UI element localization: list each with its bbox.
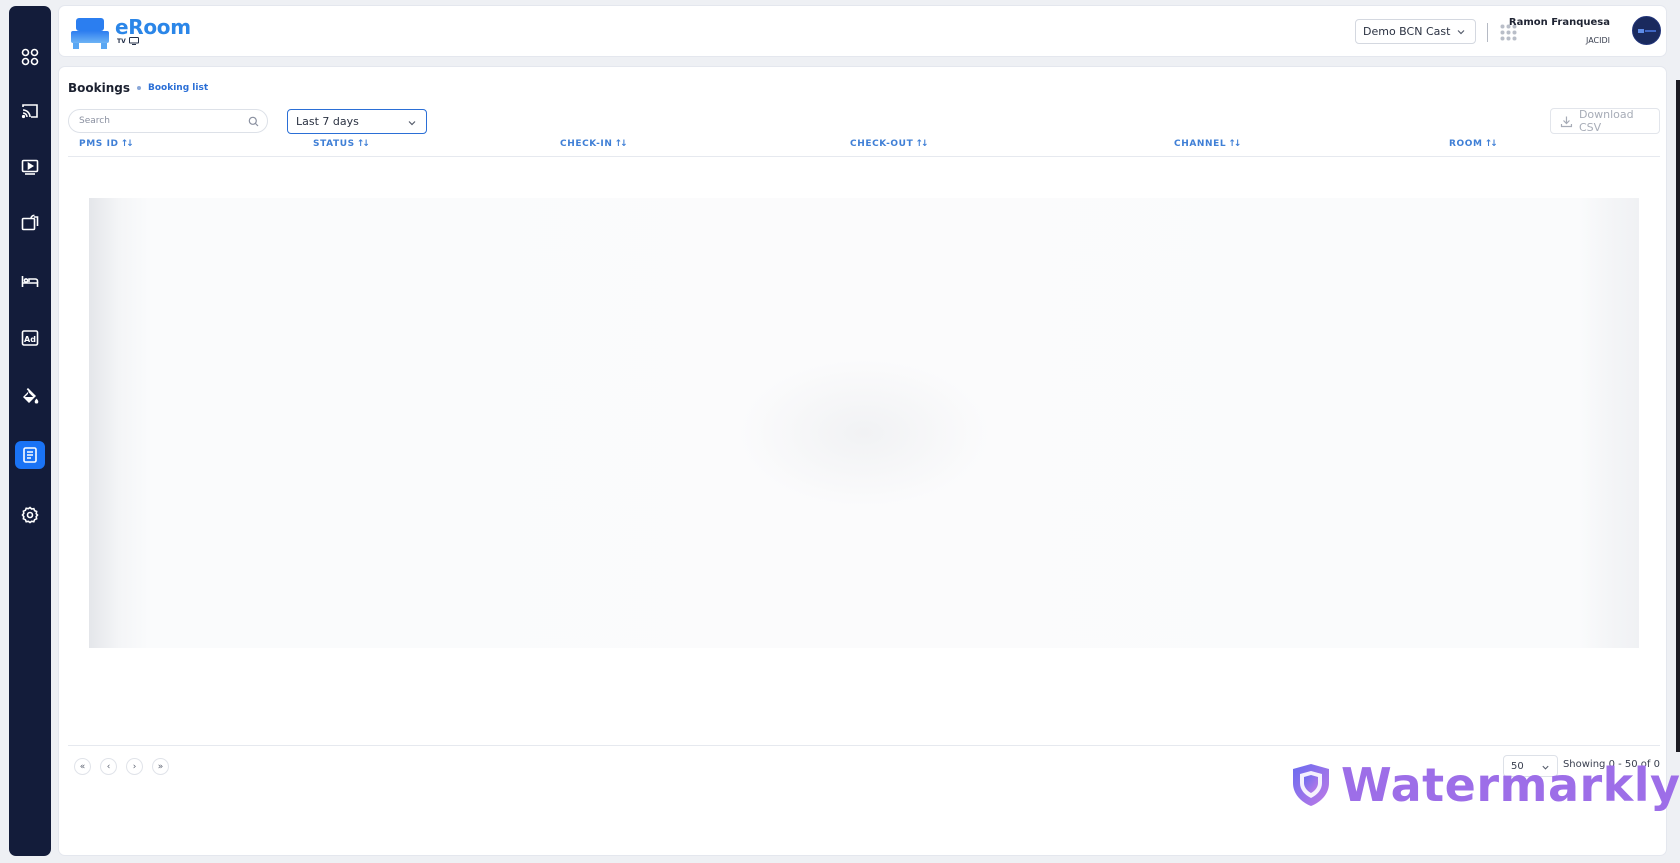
sidebar-item-bookings[interactable] (15, 441, 45, 469)
sort-icon: ↑↓ (915, 139, 928, 149)
column-header-check-out[interactable]: CHECK-OUT ↑↓ (850, 139, 928, 149)
chevron-down-icon (408, 121, 416, 126)
watermark: Watermarkly (1289, 758, 1680, 812)
logo-subtext: TV (117, 37, 139, 45)
download-icon (1560, 116, 1573, 127)
column-header-label: CHECK-OUT (850, 139, 914, 149)
download-csv-button[interactable]: Download CSV (1550, 108, 1660, 134)
ad-icon: Ad (21, 330, 39, 346)
loading-shimmer (739, 358, 989, 508)
sidebar-item-ads[interactable]: Ad (15, 324, 45, 352)
main-panel: Bookings Booking list Last 7 days Downlo… (59, 67, 1666, 855)
column-header-pms-id[interactable]: PMS ID ↑↓ (79, 139, 134, 149)
column-header-label: CHECK-IN (560, 139, 613, 149)
play-icon (21, 159, 39, 175)
sidebar: Ad (9, 6, 51, 856)
sort-icon: ↑↓ (1228, 139, 1241, 149)
sort-icon: ↑↓ (120, 139, 134, 149)
sidebar-item-settings[interactable] (15, 501, 45, 529)
logo-text: eRoom (115, 15, 191, 39)
gear-icon (21, 506, 39, 524)
search-input[interactable] (79, 116, 249, 126)
property-select-value: Demo BCN Cast (1363, 25, 1451, 38)
column-header-label: PMS ID (79, 139, 119, 149)
breadcrumb: Bookings Booking list (68, 81, 208, 95)
breadcrumb-separator (137, 86, 142, 90)
cast-icon (21, 104, 38, 119)
column-header-label: ROOM (1449, 139, 1483, 149)
user-organization: JACIDI (1585, 36, 1610, 45)
breadcrumb-current[interactable]: Booking list (148, 83, 208, 93)
bookings-icon (23, 447, 37, 463)
search-icon (248, 116, 259, 127)
watermark-text: Watermarkly (1341, 758, 1680, 812)
column-header-label: STATUS (313, 139, 355, 149)
search-box (68, 109, 268, 133)
sidebar-item-devices[interactable] (15, 210, 45, 238)
download-csv-label: Download CSV (1578, 108, 1634, 134)
first-page-button[interactable]: « (74, 758, 91, 775)
sidebar-item-branding[interactable] (15, 382, 45, 410)
svg-text:Ad: Ad (24, 335, 36, 344)
avatar[interactable] (1632, 16, 1661, 45)
bed-icon (21, 276, 39, 287)
previous-page-button[interactable]: ‹ (100, 758, 117, 775)
last-page-button[interactable]: » (152, 758, 169, 775)
sort-icon: ↑↓ (614, 139, 628, 149)
window-edge (1676, 80, 1680, 752)
column-header-room[interactable]: ROOM ↑↓ (1449, 139, 1498, 149)
sidebar-item-rooms[interactable] (15, 267, 45, 295)
table-header: PMS ID ↑↓ STATUS ↑↓ CHECK-IN ↑↓ CHECK-OUT ↑↓… (68, 139, 1660, 157)
shield-icon (1293, 764, 1329, 806)
tv-icon (128, 37, 139, 45)
pagination-controls: « ‹ › » (74, 758, 169, 775)
page-title: Bookings (68, 81, 131, 95)
sidebar-item-cast[interactable] (15, 97, 45, 125)
date-range-value: Last 7 days (296, 115, 359, 128)
sidebar-item-dashboard[interactable] (15, 43, 45, 71)
property-select[interactable]: Demo BCN Cast (1355, 19, 1476, 44)
table-footer-divider (68, 745, 1660, 746)
eroom-logo-icon (71, 18, 109, 49)
sidebar-item-media[interactable] (15, 153, 45, 181)
column-header-status[interactable]: STATUS ↑↓ (313, 139, 370, 149)
sort-icon: ↑↓ (1484, 139, 1498, 149)
date-range-select[interactable]: Last 7 days (287, 109, 427, 134)
paint-bucket-icon (23, 388, 39, 404)
next-page-button[interactable]: › (126, 758, 143, 775)
column-header-check-in[interactable]: CHECK-IN ↑↓ (560, 139, 628, 149)
header-divider (1487, 23, 1488, 42)
grid-icon (21, 48, 39, 66)
chevron-down-icon (1457, 30, 1465, 35)
column-header-channel[interactable]: CHANNEL ↑↓ (1174, 139, 1241, 149)
user-name: Ramon Franquesa (1508, 17, 1610, 28)
sort-icon: ↑↓ (356, 139, 370, 149)
top-header: eRoom TV Demo BCN Cast Ramon Franquesa J… (59, 6, 1666, 56)
loading-skeleton (89, 198, 1639, 648)
devices-icon (21, 214, 39, 231)
logo-sub-label: TV (117, 37, 126, 45)
avatar-logo-icon (1637, 28, 1656, 33)
column-header-label: CHANNEL (1174, 139, 1227, 149)
